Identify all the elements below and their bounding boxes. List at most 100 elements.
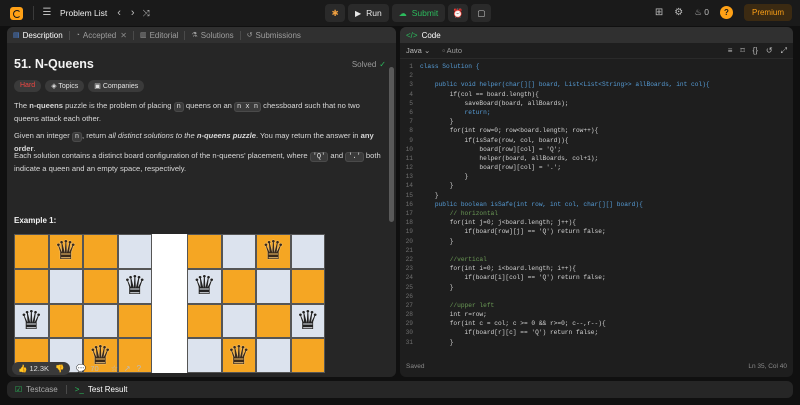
tab-solutions[interactable]: ⚗ Solutions [185, 27, 239, 43]
close-icon[interactable]: ✕ [120, 31, 127, 40]
streak-counter[interactable]: ♨ 0 [694, 7, 709, 18]
text: puzzle is the problem of placing [62, 101, 174, 110]
line-number: 25 [405, 283, 413, 291]
code-line: 26 [400, 292, 793, 301]
code-icon: </> [406, 30, 418, 40]
chessboard: ♛ ♛ ♛ ♛ [14, 234, 152, 373]
board-cell: ♛ [117, 268, 152, 304]
bug-icon: ✱ [331, 7, 339, 18]
tab-test-result[interactable]: >_ Test Result [75, 385, 128, 394]
submit-button[interactable]: ☁ Submit [391, 4, 446, 22]
premium-button[interactable]: Premium [743, 4, 792, 21]
problem-list-link[interactable]: Problem List [60, 8, 107, 18]
help-icon[interactable]: ? [137, 364, 141, 373]
grid-layout-icon[interactable]: ⊞ [655, 7, 663, 18]
next-problem-icon[interactable]: › [131, 7, 135, 19]
tab-testcase[interactable]: ☑ Testcase [15, 385, 58, 394]
notes-button[interactable]: ▢ [471, 4, 492, 22]
topics-button[interactable]: ◈ Topics [45, 80, 85, 92]
code-line: 23 for(int i=0; i<board.length; i++){ [400, 264, 793, 273]
tab-label: Submissions [255, 30, 301, 40]
tab-editorial[interactable]: ▥ Editorial [134, 27, 185, 43]
code-text: //vertical [420, 255, 487, 263]
line-number: 14 [405, 182, 413, 190]
user-controls: ⊞ ⚙ ♨ 0 ? Premium [655, 4, 792, 21]
line-number: 29 [405, 320, 413, 328]
fullscreen-icon[interactable]: ⤢ [781, 46, 787, 56]
board-cell [83, 303, 118, 339]
board-cell: ♛ [48, 234, 83, 269]
thumbs-down-icon[interactable]: 👎 [55, 364, 64, 373]
board-cell: ♛ [256, 234, 291, 269]
companies-button[interactable]: ▣ Companies [88, 80, 145, 92]
like-button[interactable]: 👍 12.3K [18, 364, 49, 373]
line-number: 27 [405, 301, 413, 309]
code-text: for(int j=0; j<board.length; j++){ [420, 219, 576, 227]
line-number: 11 [405, 154, 413, 162]
line-number: 26 [405, 292, 413, 300]
code-editor[interactable]: 1 class Solution {2 3 public void helper(c… [400, 62, 793, 354]
board-cell [48, 268, 83, 304]
inline-code: 'Q' [309, 152, 329, 162]
line-number: 16 [405, 200, 413, 208]
tab-description[interactable]: ▤ Description [7, 27, 69, 43]
code-line: 12 board[row][col] = '.'; [400, 163, 793, 172]
code-text: } [420, 338, 454, 346]
code-panel: </> Code Java ⌄ ▫ Auto ≡ ⌑ {} ↺ ⤢ 1 class… [400, 27, 793, 377]
code-title: Code [421, 30, 441, 40]
settings-icon[interactable]: ⚙ [674, 7, 683, 18]
star-icon[interactable]: ☆ [111, 364, 118, 373]
tab-accepted[interactable]: ◔ Accepted ✕ [70, 27, 133, 43]
code-line: 9 if(isSafe(row, col, board)){ [400, 136, 793, 145]
scrollbar[interactable] [389, 67, 394, 222]
autocomplete-toggle[interactable]: ▫ Auto [442, 46, 462, 55]
tab-label: Solutions [200, 30, 234, 40]
problem-tags: Hard ◈ Topics ▣ Companies [14, 80, 145, 92]
run-submit-group: ✱ ▶ Run ☁ Submit ⏰ ▢ [325, 4, 492, 22]
code-line: 6 return; [400, 108, 793, 117]
line-number: 4 [409, 90, 413, 98]
board-cell [290, 268, 325, 304]
code-text: board[row][col] = 'Q'; [420, 145, 562, 153]
language-select[interactable]: Java ⌄ [406, 46, 430, 55]
text: and [328, 151, 346, 160]
share-icon[interactable]: ↗ [124, 364, 131, 373]
code-text: for(int i=0; i<board.length; i++){ [420, 265, 576, 273]
bookmark-icon[interactable]: ⌑ [740, 46, 744, 56]
avatar[interactable]: ? [719, 6, 733, 19]
debug-button[interactable]: ✱ [325, 4, 345, 22]
format-icon[interactable]: ≡ [728, 46, 733, 56]
text: . You may return the answer in [255, 131, 361, 140]
queen-icon: ♛ [192, 271, 216, 302]
timer-button[interactable]: ⏰ [448, 4, 469, 22]
comment-icon[interactable]: 💬 [76, 364, 86, 373]
problem-actions: 👍 12.3K 👎 💬 70 ☆ ↗ ? [7, 359, 396, 377]
line-number: 31 [405, 338, 413, 346]
line-number: 12 [405, 164, 413, 172]
inline-code: n [173, 102, 184, 112]
code-line: 4 if(col == board.length){ [400, 90, 793, 99]
code-text: if(col == board.length){ [420, 90, 539, 98]
history-icon: ↺ [246, 32, 253, 39]
reset-icon[interactable]: ↺ [766, 46, 773, 56]
code-text: class Solution { [420, 63, 480, 70]
previous-problem-icon[interactable]: ‹ [117, 7, 121, 19]
line-number: 21 [405, 246, 413, 254]
alarm-icon: ⏰ [452, 7, 464, 18]
code-text: } [420, 182, 454, 190]
code-text: } [420, 173, 469, 181]
code-text: return; [420, 108, 491, 116]
list-icon[interactable]: ☰ [40, 6, 54, 20]
code-line: 2 [400, 71, 793, 80]
line-number: 24 [405, 274, 413, 282]
code-line: 27 //upper left [400, 301, 793, 310]
problem-title: 51. N-Queens [14, 57, 94, 71]
shuffle-icon[interactable]: ⤨ [143, 8, 150, 19]
cursor-position: Ln 35, Col 40 [748, 363, 787, 370]
braces-icon[interactable]: {} [753, 46, 758, 56]
line-number: 19 [405, 228, 413, 236]
leetcode-logo-icon[interactable] [10, 6, 23, 20]
tab-submissions[interactable]: ↺ Submissions [241, 27, 307, 43]
code-line: 21 [400, 246, 793, 255]
run-button[interactable]: ▶ Run [348, 4, 389, 22]
